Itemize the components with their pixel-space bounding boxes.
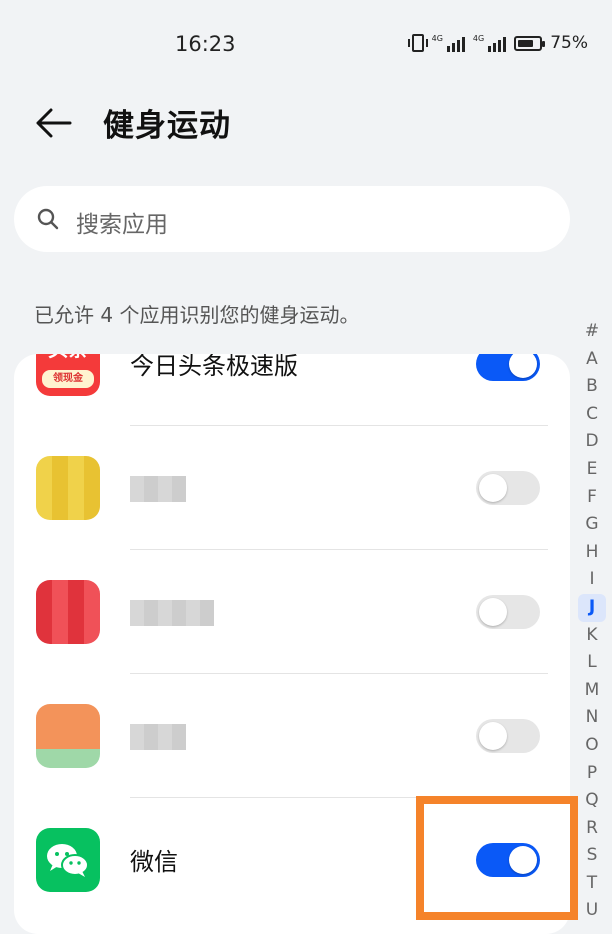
blurred-app-name	[130, 724, 186, 750]
blurred-app-name	[130, 476, 186, 502]
status-icons: 4G 4G 75%	[407, 33, 588, 53]
permission-toggle[interactable]	[476, 719, 540, 753]
index-letter[interactable]: T	[578, 870, 606, 898]
index-letter[interactable]: S	[578, 842, 606, 870]
status-bar: 16:23 4G 4G 75%	[0, 0, 612, 90]
back-arrow-icon[interactable]	[34, 106, 74, 140]
index-letter[interactable]: O	[578, 732, 606, 760]
status-time: 16:23	[175, 32, 236, 56]
wechat-icon	[36, 828, 100, 892]
index-letter[interactable]: M	[578, 677, 606, 705]
index-letter[interactable]: D	[578, 428, 606, 456]
index-letter[interactable]: F	[578, 484, 606, 512]
index-letter[interactable]: K	[578, 622, 606, 650]
index-letter[interactable]: Q	[578, 787, 606, 815]
search-icon	[36, 207, 60, 231]
search-input[interactable]: 搜索应用	[14, 186, 570, 252]
index-letter[interactable]: C	[578, 401, 606, 429]
blurred-app-icon	[36, 580, 100, 644]
toutiao-lite-icon: 头条 领现金	[36, 354, 100, 396]
battery-percent: 75%	[550, 33, 588, 53]
index-letter[interactable]: B	[578, 373, 606, 401]
icon-text: 领现金	[42, 370, 94, 388]
page-title: 健身运动	[103, 108, 231, 144]
permission-toggle[interactable]	[476, 595, 540, 629]
app-name: 今日头条极速版	[130, 354, 298, 380]
signal-icon: 4G	[432, 34, 465, 52]
index-letter[interactable]: L	[578, 649, 606, 677]
signal-icon: 4G	[472, 34, 507, 52]
vibrate-icon	[407, 34, 428, 52]
highlight-annotation	[416, 796, 578, 920]
list-item[interactable]: 头条 领现金 今日头条极速版	[14, 354, 570, 426]
icon-text: 头条	[36, 354, 100, 366]
blurred-app-icon	[36, 704, 100, 768]
blurred-app-name	[130, 600, 214, 626]
index-letter[interactable]: #	[578, 318, 606, 346]
index-letter[interactable]: I	[578, 566, 606, 594]
alphabet-index-bar[interactable]: # A B C D E F G H I J K L M N O P Q R S T U	[578, 318, 606, 925]
blurred-app-icon	[36, 456, 100, 520]
permission-description: 已允许 4 个应用识别您的健身运动。	[34, 303, 360, 327]
index-letter[interactable]: G	[578, 511, 606, 539]
list-item[interactable]	[14, 550, 570, 674]
list-item[interactable]	[14, 426, 570, 550]
network-type-label: 4G	[472, 34, 485, 43]
index-letter[interactable]: R	[578, 815, 606, 843]
index-letter[interactable]: H	[578, 539, 606, 567]
index-letter[interactable]: N	[578, 704, 606, 732]
index-letter[interactable]: E	[578, 456, 606, 484]
list-item[interactable]	[14, 674, 570, 798]
permission-toggle[interactable]	[476, 354, 540, 381]
app-name: 微信	[130, 848, 178, 876]
index-letter[interactable]: J	[578, 593, 606, 622]
network-type-label: 4G	[431, 34, 443, 43]
index-letter[interactable]: A	[578, 346, 606, 374]
search-placeholder: 搜索应用	[76, 212, 168, 238]
permission-toggle[interactable]	[476, 471, 540, 505]
battery-icon	[514, 35, 546, 51]
index-letter[interactable]: P	[578, 760, 606, 788]
